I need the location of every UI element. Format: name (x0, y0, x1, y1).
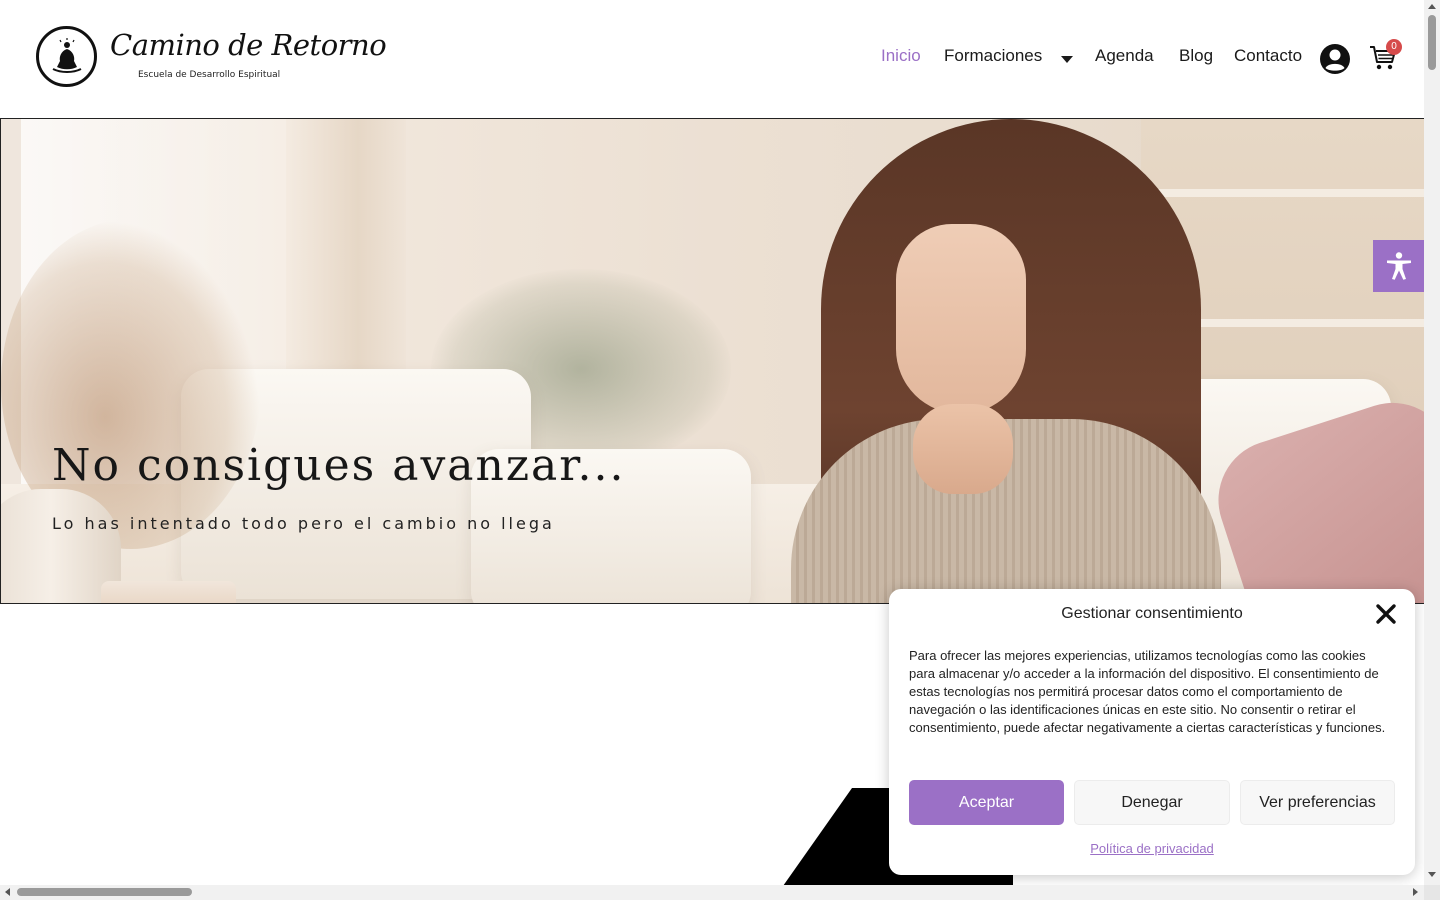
hero-candle (101, 581, 236, 603)
accessibility-icon (1387, 252, 1411, 280)
scroll-down-icon[interactable] (1428, 872, 1436, 877)
nav-blog[interactable]: Blog (1179, 46, 1213, 72)
scroll-left-icon[interactable] (5, 888, 10, 896)
cookie-consent-dialog: Gestionar consentimiento Para ofrecer la… (889, 589, 1415, 875)
scroll-right-icon[interactable] (1413, 888, 1418, 896)
site-header: Camino de Retorno Escuela de Desarrollo … (0, 0, 1424, 118)
chevron-down-icon[interactable] (1061, 56, 1073, 63)
close-icon[interactable] (1375, 603, 1397, 625)
scrollbar-corner (1424, 885, 1440, 900)
hero-person-face (896, 224, 1026, 414)
logo-subtitle: Escuela de Desarrollo Espiritual (138, 70, 281, 80)
scroll-up-icon[interactable] (1428, 4, 1436, 9)
nav-inicio[interactable]: Inicio (881, 46, 921, 72)
nav-formaciones[interactable]: Formaciones (944, 46, 1042, 72)
logo-title[interactable]: Camino de Retorno (110, 28, 387, 62)
user-circle-icon[interactable] (1320, 44, 1350, 74)
preferences-button[interactable]: Ver preferencias (1240, 780, 1395, 825)
hero-title: No consigues avanzar... (52, 440, 626, 491)
hero-person-hands (913, 404, 1013, 494)
consent-title: Gestionar consentimiento (1061, 605, 1243, 622)
hero-subtitle: Lo has intentado todo pero el cambio no … (52, 514, 555, 533)
meditation-figure-icon[interactable] (36, 26, 97, 87)
accept-button[interactable]: Aceptar (909, 780, 1064, 825)
privacy-policy-link[interactable]: Política de privacidad (889, 841, 1415, 856)
hero-shelf-bar (1141, 189, 1424, 197)
cart-count-badge: 0 (1386, 39, 1402, 55)
horizontal-scrollbar[interactable] (0, 885, 1424, 900)
deny-button[interactable]: Denegar (1074, 780, 1230, 825)
accessibility-button[interactable] (1373, 240, 1425, 292)
consent-body: Para ofrecer las mejores experiencias, u… (909, 648, 1386, 735)
vertical-scroll-thumb[interactable] (1428, 15, 1436, 70)
nav-contacto[interactable]: Contacto (1234, 46, 1302, 72)
horizontal-scroll-thumb[interactable] (17, 888, 192, 896)
nav-agenda[interactable]: Agenda (1095, 46, 1154, 72)
vertical-scrollbar[interactable] (1424, 0, 1440, 885)
